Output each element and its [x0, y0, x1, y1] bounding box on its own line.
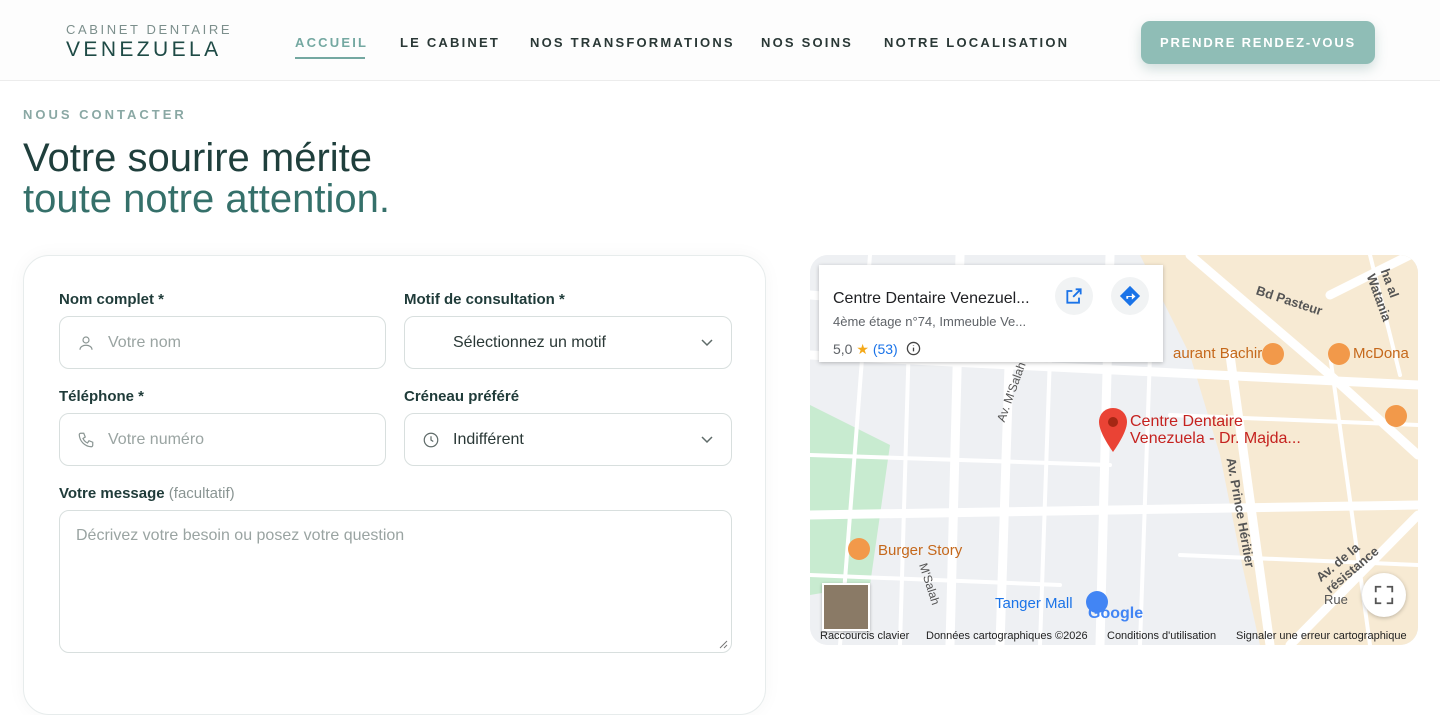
- section-title-accent: toute notre attention.: [23, 177, 390, 221]
- report-error-link[interactable]: Signaler une erreur cartographique: [1236, 630, 1407, 642]
- phone-icon: [78, 432, 94, 447]
- fullscreen-icon: [1374, 585, 1394, 605]
- nav-soins[interactable]: NOS SOINS: [761, 35, 853, 50]
- map-data-attribution: Données cartographiques ©2026: [926, 630, 1088, 642]
- pin-label-line1[interactable]: Centre Dentaire: [1130, 413, 1243, 431]
- section-title: Votre sourire mérite: [23, 136, 373, 180]
- slot-value: Indifférent: [453, 430, 524, 448]
- reason-value: Sélectionnez un motif: [453, 333, 606, 351]
- google-map[interactable]: Bd Pasteur Av. M'Salah Av. Prince Hériti…: [810, 255, 1418, 645]
- nav-le-cabinet[interactable]: LE CABINET: [400, 35, 500, 50]
- pin-label-line2[interactable]: Venezuela - Dr. Majda...: [1130, 430, 1301, 448]
- section-eyebrow: NOUS CONTACTER: [23, 107, 187, 122]
- poi-label[interactable]: Burger Story: [878, 542, 962, 559]
- restaurant-icon[interactable]: [1328, 343, 1350, 365]
- restaurant-icon[interactable]: [848, 538, 870, 560]
- place-info-card: Centre Dentaire Venezuel... 4ème étage n…: [819, 265, 1163, 362]
- phone-placeholder: Votre numéro: [108, 430, 205, 448]
- slot-select[interactable]: Indifférent: [404, 413, 732, 466]
- place-address: 4ème étage n°74, Immeuble Ve...: [833, 314, 1027, 329]
- location-pin-icon[interactable]: [1098, 408, 1128, 452]
- terms-link[interactable]: Conditions d'utilisation: [1107, 630, 1216, 642]
- poi-label[interactable]: aurant Bachir: [1173, 345, 1262, 362]
- restaurant-icon[interactable]: [1385, 405, 1407, 427]
- rating-value: 5,0: [833, 341, 853, 357]
- place-title[interactable]: Centre Dentaire Venezuel...: [833, 290, 1030, 308]
- book-appointment-button[interactable]: PRENDRE RENDEZ-VOUS: [1141, 21, 1375, 64]
- info-icon[interactable]: [906, 341, 921, 356]
- phone-label: Téléphone *: [59, 388, 145, 405]
- name-placeholder: Votre nom: [108, 333, 181, 351]
- external-link-icon: [1066, 288, 1082, 304]
- directions-button[interactable]: [1111, 277, 1149, 315]
- name-input[interactable]: Votre nom: [59, 316, 386, 369]
- chevron-down-icon: [701, 338, 713, 346]
- message-label: Votre message (facultatif): [59, 485, 235, 502]
- slot-label: Créneau préféré: [404, 388, 520, 405]
- user-icon: [79, 335, 93, 350]
- keyboard-shortcuts-link[interactable]: Raccourcis clavier: [820, 630, 909, 642]
- poi-label[interactable]: McDona: [1353, 345, 1409, 362]
- restaurant-icon[interactable]: [1262, 343, 1284, 365]
- phone-input[interactable]: Votre numéro: [59, 413, 386, 466]
- reason-select[interactable]: Sélectionnez un motif: [404, 316, 732, 369]
- nav-localisation[interactable]: NOTRE LOCALISATION: [884, 35, 1069, 50]
- logo-subtitle[interactable]: CABINET DENTAIRE: [66, 22, 232, 37]
- site-header: CABINET DENTAIRE VENEZUELA ACCUEIL LE CA…: [0, 0, 1440, 81]
- nav-transformations[interactable]: NOS TRANSFORMATIONS: [530, 35, 735, 50]
- review-count-link[interactable]: (53): [873, 341, 898, 357]
- street-label: Rue: [1324, 592, 1348, 607]
- map-footer: Raccourcis clavier Données cartographiqu…: [810, 627, 1418, 645]
- open-in-maps-button[interactable]: [1055, 277, 1093, 315]
- google-logo: Google: [1088, 605, 1144, 622]
- logo-title[interactable]: VENEZUELA: [66, 38, 221, 62]
- fullscreen-button[interactable]: [1362, 573, 1406, 617]
- star-icon: ★: [856, 341, 869, 357]
- contact-form: Nom complet * Votre nom Motif de consult…: [23, 255, 766, 715]
- message-textarea[interactable]: Décrivez votre besoin ou posez votre que…: [59, 510, 732, 653]
- satellite-toggle[interactable]: [822, 583, 870, 631]
- message-optional-hint: (facultatif): [168, 485, 235, 502]
- message-label-text: Votre message: [59, 485, 165, 502]
- poi-label[interactable]: Tanger Mall: [995, 595, 1073, 612]
- nav-accueil[interactable]: ACCUEIL: [295, 35, 368, 50]
- name-label: Nom complet *: [59, 291, 165, 308]
- clock-icon: [423, 432, 439, 447]
- message-placeholder: Décrivez votre besoin ou posez votre que…: [76, 527, 405, 544]
- nav-active-indicator: [295, 57, 365, 59]
- reason-label: Motif de consultation *: [404, 291, 565, 308]
- directions-icon: [1119, 285, 1141, 307]
- chevron-down-icon: [701, 435, 713, 443]
- place-rating: 5,0 ★ (53): [833, 341, 921, 358]
- resize-handle-icon[interactable]: [719, 640, 728, 649]
